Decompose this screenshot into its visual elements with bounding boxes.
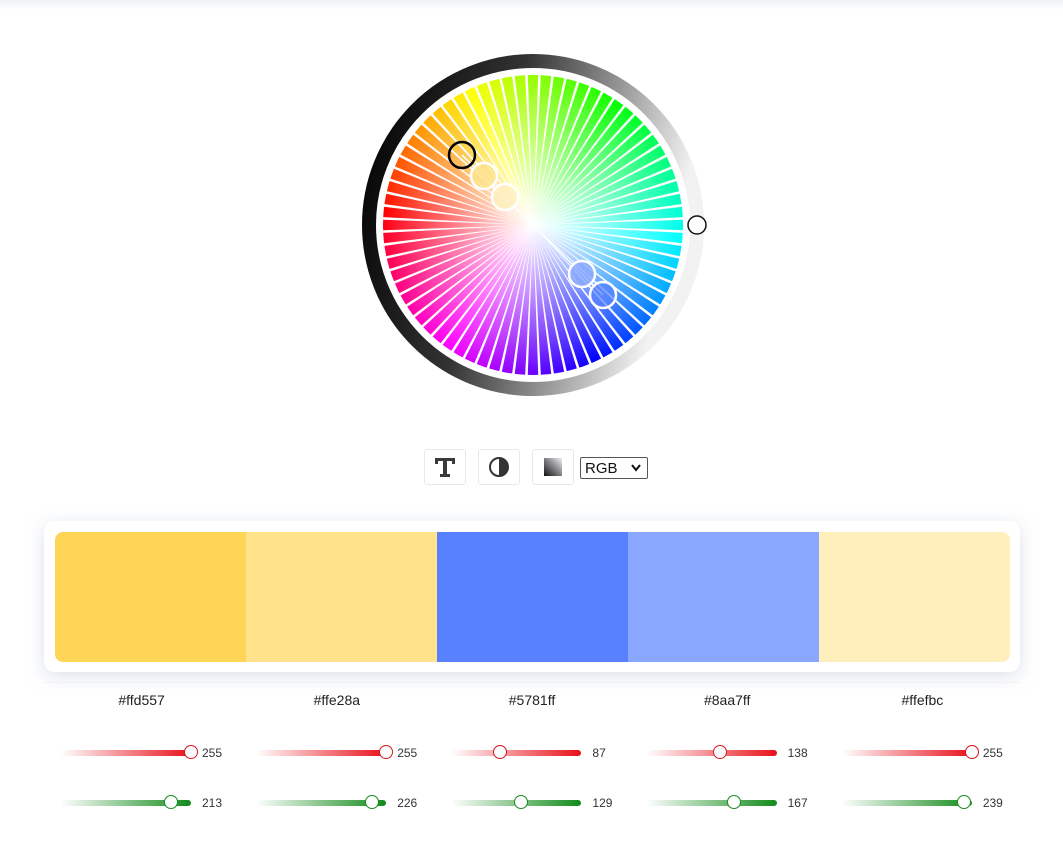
red-slider-thumb[interactable]: [379, 745, 394, 759]
red-track[interactable]: [451, 750, 582, 756]
green-slider-thumb[interactable]: [163, 795, 178, 809]
swatch-3[interactable]: [437, 532, 628, 662]
hex-label-4: #8aa7ff: [629, 682, 825, 716]
red-slider-2: 255: [239, 742, 434, 766]
color-handle-2[interactable]: [469, 161, 499, 191]
hex-labels: #ffd557 #ffe28a #5781ff #8aa7ff #ffefbc: [44, 682, 1021, 716]
red-slider-thumb[interactable]: [184, 745, 198, 759]
red-slider-5: 255: [825, 742, 1020, 766]
hex-label-2: #ffe28a: [239, 682, 435, 716]
green-slider-thumb[interactable]: [365, 795, 380, 809]
red-value: 87: [592, 746, 606, 760]
green-slider-thumb[interactable]: [727, 795, 742, 809]
green-slider-5: 239: [825, 792, 1020, 816]
color-handle-5[interactable]: [490, 182, 520, 212]
red-track[interactable]: [61, 750, 191, 756]
text-button[interactable]: [424, 449, 466, 485]
green-track[interactable]: [646, 800, 777, 806]
red-slider-row: 255 255 87 138 255: [44, 742, 1020, 766]
red-value: 255: [982, 746, 1003, 760]
green-slider-4: 167: [630, 792, 825, 816]
chevron-down-icon: [631, 464, 641, 472]
contrast-button[interactable]: [478, 449, 520, 485]
green-value: 167: [787, 796, 808, 810]
color-handle-3[interactable]: [588, 280, 618, 310]
red-track[interactable]: [841, 750, 972, 756]
swatch-2[interactable]: [246, 532, 437, 662]
toolbar: RGB: [0, 449, 1063, 489]
green-slider-3: 129: [434, 792, 629, 816]
swatch-4[interactable]: [628, 532, 819, 662]
red-slider-thumb[interactable]: [493, 745, 508, 759]
gradient-icon: [544, 458, 562, 476]
green-value: 226: [397, 796, 418, 810]
green-slider-thumb[interactable]: [957, 795, 972, 809]
palette-swatches: [55, 532, 1010, 662]
red-slider-4: 138: [630, 742, 825, 766]
red-track[interactable]: [256, 750, 387, 756]
green-slider-thumb[interactable]: [513, 795, 528, 809]
color-wheel[interactable]: [0, 0, 1063, 440]
brightness-handle[interactable]: [687, 215, 707, 235]
red-slider-thumb[interactable]: [964, 745, 979, 759]
hex-label-3: #5781ff: [434, 682, 630, 716]
green-value: 129: [592, 796, 613, 810]
green-slider-row: 213 226 129 167 239: [44, 792, 1020, 816]
green-value: 239: [982, 796, 1003, 810]
text-icon: [435, 458, 455, 477]
red-slider-1: 255: [44, 742, 239, 766]
green-slider-2: 226: [239, 792, 434, 816]
gradient-button[interactable]: [532, 449, 574, 485]
green-slider-1: 213: [44, 792, 239, 816]
palette-card: [44, 521, 1020, 672]
green-value: 213: [202, 796, 223, 810]
hex-label-1: #ffd557: [44, 682, 240, 716]
red-track[interactable]: [646, 750, 777, 756]
color-mode-value: RGB: [585, 459, 618, 477]
red-slider-3: 87: [434, 742, 629, 766]
hex-label-5: #ffefbc: [824, 682, 1021, 716]
red-slider-thumb[interactable]: [713, 745, 728, 759]
contrast-icon: [489, 457, 509, 477]
color-mode-select[interactable]: RGB: [580, 457, 648, 479]
swatch-5[interactable]: [819, 532, 1010, 662]
green-track[interactable]: [841, 800, 972, 806]
color-handle-4[interactable]: [567, 259, 597, 289]
red-value: 255: [397, 746, 418, 760]
red-value: 255: [202, 746, 223, 760]
red-value: 138: [787, 746, 808, 760]
swatch-1[interactable]: [55, 532, 246, 662]
